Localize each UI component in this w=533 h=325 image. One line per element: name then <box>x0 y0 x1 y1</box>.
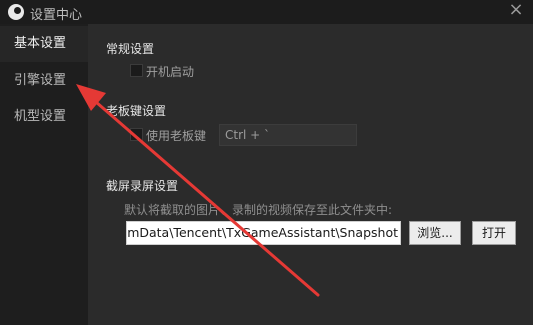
browse-button[interactable]: 浏览... <box>409 221 461 245</box>
boss-key-checkbox[interactable] <box>130 128 143 141</box>
sidebar-item-device-settings[interactable]: 机型设置 <box>0 99 88 135</box>
autostart-label: 开机启动 <box>146 65 195 79</box>
app-logo-icon <box>8 4 24 20</box>
screenshot-description: 默认将截取的图片、录制的视频保存至此文件夹中: <box>124 203 393 217</box>
snapshot-folder-path-input[interactable]: C:\ProgramData\Tencent\TxGameAssistant\S… <box>126 221 401 245</box>
sidebar-item-label: 基本设置 <box>14 36 67 51</box>
sidebar: 基本设置 引擎设置 机型设置 <box>0 24 88 325</box>
sidebar-item-engine-settings[interactable]: 引擎设置 <box>0 63 88 99</box>
boss-key-hotkey-input[interactable]: Ctrl + ` <box>219 124 357 146</box>
autostart-checkbox[interactable] <box>130 64 143 77</box>
settings-panel: 常规设置 开机启动 老板键设置 使用老板键 Ctrl + ` 截屏录屏设置 默认… <box>88 24 533 325</box>
general-section-title: 常规设置 <box>106 42 155 56</box>
open-folder-button[interactable]: 打开 <box>472 221 516 245</box>
sidebar-item-label: 机型设置 <box>14 109 67 124</box>
sidebar-item-label: 引擎设置 <box>14 73 67 88</box>
boss-key-label: 使用老板键 <box>146 129 207 143</box>
screenshot-section-title: 截屏录屏设置 <box>106 179 179 193</box>
boss-key-section-title: 老板键设置 <box>106 104 167 118</box>
close-button[interactable]: × <box>505 0 527 22</box>
snapshot-folder-path-text: C:\ProgramData\Tencent\TxGameAssistant\S… <box>127 225 398 240</box>
sidebar-item-basic-settings[interactable]: 基本设置 <box>0 26 88 62</box>
window-title: 设置中心 <box>30 8 83 23</box>
title-bar: 设置中心 × <box>0 0 533 24</box>
